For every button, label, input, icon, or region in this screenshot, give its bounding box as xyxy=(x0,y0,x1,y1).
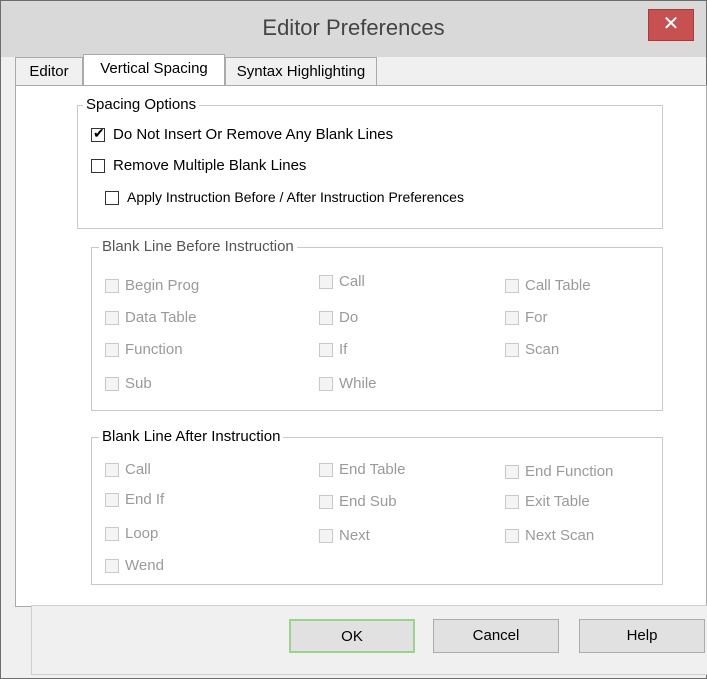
title-bar: Editor Preferences ✕ xyxy=(1,1,706,57)
before-call-table-label: Call Table xyxy=(525,277,591,294)
before-scan-label: Scan xyxy=(525,341,560,358)
checkmark-icon: ✔ xyxy=(93,125,105,141)
before-function-checkbox[interactable] xyxy=(105,343,119,357)
after-exit-table-label: Exit Table xyxy=(525,493,590,510)
help-button[interactable]: Help xyxy=(579,619,705,653)
after-exit-table-checkbox[interactable] xyxy=(505,495,519,509)
tab-editor[interactable]: Editor xyxy=(15,57,83,85)
blank-after-label: Blank Line After Instruction xyxy=(99,428,284,445)
do-not-insert-label: Do Not Insert Or Remove Any Blank Lines xyxy=(113,126,394,143)
after-end-table-label: End Table xyxy=(339,461,406,478)
window-title: Editor Preferences xyxy=(262,15,445,40)
after-call-checkbox[interactable] xyxy=(105,463,119,477)
spacing-options-label: Spacing Options xyxy=(83,96,200,113)
before-call-table-checkbox[interactable] xyxy=(505,279,519,293)
blank-before-group xyxy=(91,247,663,411)
before-while-checkbox[interactable] xyxy=(319,377,333,391)
before-if-checkbox[interactable] xyxy=(319,343,333,357)
after-wend-label: Wend xyxy=(125,557,164,574)
after-end-table-checkbox[interactable] xyxy=(319,463,333,477)
after-next-scan-label: Next Scan xyxy=(525,527,595,544)
ok-button[interactable]: OK xyxy=(289,619,415,653)
before-function-label: Function xyxy=(125,341,183,358)
before-begin-prog-label: Begin Prog xyxy=(125,277,200,294)
before-if-label: If xyxy=(339,341,348,358)
before-for-checkbox[interactable] xyxy=(505,311,519,325)
after-end-if-checkbox[interactable] xyxy=(105,493,119,507)
after-loop-label: Loop xyxy=(125,525,159,542)
before-do-label: Do xyxy=(339,309,359,326)
before-do-checkbox[interactable] xyxy=(319,311,333,325)
do-not-insert-checkbox[interactable]: ✔ xyxy=(91,125,105,142)
apply-instruction-label: Apply Instruction Before / After Instruc… xyxy=(127,189,464,205)
tab-vertical-spacing[interactable]: Vertical Spacing xyxy=(83,54,225,86)
after-end-function-checkbox[interactable] xyxy=(505,465,519,479)
before-scan-checkbox[interactable] xyxy=(505,343,519,357)
after-end-if-label: End If xyxy=(125,491,165,508)
cancel-button[interactable]: Cancel xyxy=(433,619,559,653)
before-data-table-checkbox[interactable] xyxy=(105,311,119,325)
after-call-label: Call xyxy=(125,461,151,478)
after-wend-checkbox[interactable] xyxy=(105,559,119,573)
after-end-sub-label: End Sub xyxy=(339,493,397,510)
blank-before-label: Blank Line Before Instruction xyxy=(99,238,297,255)
before-sub-label: Sub xyxy=(125,375,152,392)
remove-multiple-label: Remove Multiple Blank Lines xyxy=(113,157,307,174)
after-next-label: Next xyxy=(339,527,370,544)
after-next-checkbox[interactable] xyxy=(319,529,333,543)
before-call-checkbox[interactable] xyxy=(319,275,333,289)
before-call-label: Call xyxy=(339,273,365,290)
before-while-label: While xyxy=(339,375,377,392)
close-button[interactable]: ✕ xyxy=(648,9,694,41)
remove-multiple-checkbox[interactable] xyxy=(91,159,105,173)
apply-instruction-checkbox[interactable] xyxy=(105,191,119,205)
after-next-scan-checkbox[interactable] xyxy=(505,529,519,543)
after-loop-checkbox[interactable] xyxy=(105,527,119,541)
after-end-sub-checkbox[interactable] xyxy=(319,495,333,509)
before-for-label: For xyxy=(525,309,548,326)
before-sub-checkbox[interactable] xyxy=(105,377,119,391)
blank-after-group xyxy=(91,437,663,585)
before-data-table-label: Data Table xyxy=(125,309,197,326)
before-begin-prog-checkbox[interactable] xyxy=(105,279,119,293)
tab-syntax-highlighting[interactable]: Syntax Highlighting xyxy=(225,57,377,85)
after-end-function-label: End Function xyxy=(525,463,614,480)
editor-preferences-dialog: Editor Preferences ✕ Editor Vertical Spa… xyxy=(0,0,707,679)
